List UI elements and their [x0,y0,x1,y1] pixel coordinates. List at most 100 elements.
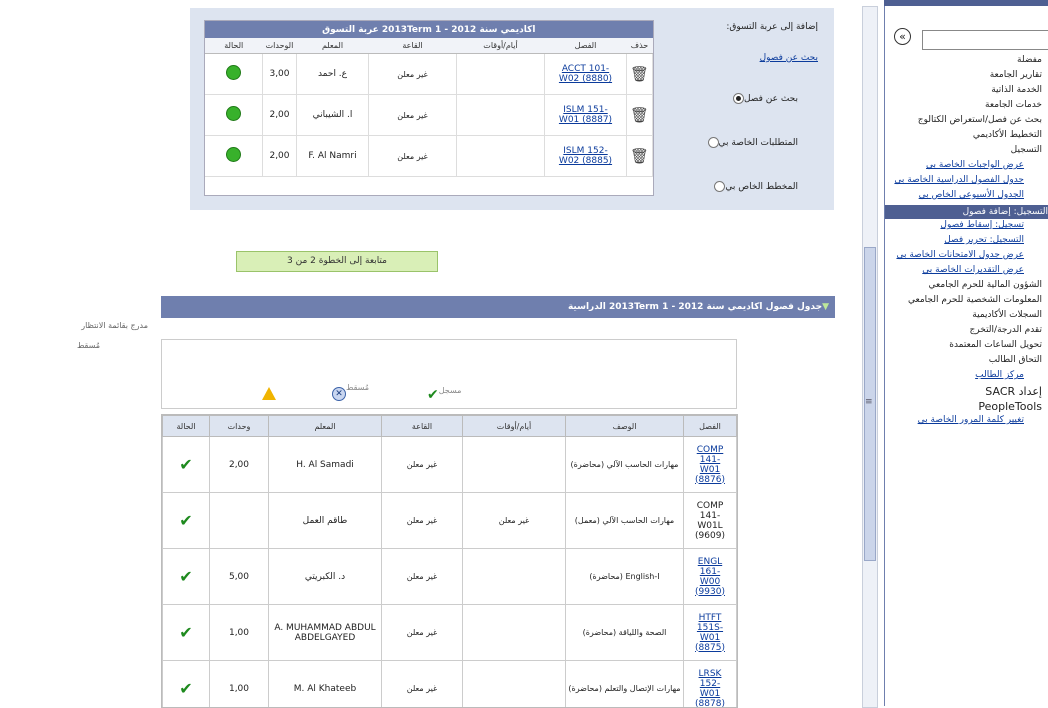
status-cell: ✔ [163,493,210,549]
instructor-cell: A. MUHAMMAD ABDUL ABDELGAYED [269,605,382,661]
nav-search-input[interactable] [922,30,1048,50]
radio-button-selected[interactable] [733,93,744,104]
days-cell [463,549,566,605]
nav-item[interactable]: بحث عن فصل/استعراض الكتالوج [884,115,1042,125]
legend-dropped: ✕مُسقط [332,387,369,401]
class-cell[interactable]: ISLM 151-W01 (8887) [545,95,627,136]
nav-sub-item[interactable]: عرض الواجبات الخاصة بي [884,160,1024,170]
class-schedule-header[interactable]: ▼جدول فصول اكاديمي سنة 2012 - 1 2013Term… [161,296,835,318]
open-status-icon [226,147,241,162]
class-cell[interactable]: COMP 141-W01 (8876) [684,437,737,493]
units-cell: 1,00 [210,661,269,708]
radio-button[interactable] [708,137,719,148]
nav-sub-item[interactable]: تسجيل: إسقاط فصول [884,220,1024,230]
schedule-row: LRSK 152-W01 (8878)مهارات الإتصال والتعل… [163,661,737,708]
nav-sub-item[interactable]: الجدول الأسبوعي الخاص بي [884,190,1024,200]
nav-item[interactable]: مفضلة [884,55,1042,65]
nav-item[interactable]: تقدم الدرجة/التخرج [884,325,1042,335]
class-link[interactable]: ISLM 151-W01 (8887) [554,105,618,125]
nav-top-bar [884,0,1048,6]
cart-column-header: القاعة [369,38,457,54]
delete-cell[interactable]: 🗑 [627,136,653,177]
delete-cell[interactable]: 🗑 [627,54,653,95]
status-cell: ✔ [163,549,210,605]
shopping-cart-title: اكاديمي سنة 2012 - 1 2013Term عربة التسو… [205,21,653,38]
schedule-row: ENGL 161-W00 (9930)English-I (محاضرة)غير… [163,549,737,605]
radio-my-planner-label: المخطط الخاص بي [725,182,798,192]
dropped-label: مُسقط [60,341,100,350]
units-cell: 1,00 [210,605,269,661]
description-cell: English-I (محاضرة) [566,549,684,605]
class-cell[interactable]: ENGL 161-W00 (9930) [684,549,737,605]
cart-column-header: أيام/أوقات [457,38,545,54]
legend-enrolled-label: مسجل [439,386,462,395]
class-link[interactable]: ACCT 101-W02 (8880) [554,64,618,84]
nav-item[interactable]: الخدمة الذاتية [884,85,1042,95]
days-cell [463,605,566,661]
instructor-cell: M. Al Khateeb [269,661,382,708]
nav-item[interactable]: خدمات الجامعة [884,100,1042,110]
room-cell: غير معلن [369,136,457,177]
room-cell: غير معلن [369,95,457,136]
collapse-nav-icon[interactable]: « [894,28,911,45]
units-cell [210,493,269,549]
trash-icon[interactable]: 🗑 [630,65,649,83]
check-icon: ✔ [427,387,439,403]
class-cell[interactable]: HTFT 151S-W01 (8875) [684,605,737,661]
enrolled-check-icon: ✔ [179,679,192,698]
nav-item[interactable]: الشؤون المالية للحرم الجامعي [884,280,1042,290]
nav-scrollbar[interactable]: ≡ [862,6,878,708]
nav-sub-item[interactable]: عرض جدول الامتحانات الخاصة بي [884,250,1024,260]
radio-button[interactable] [714,181,725,192]
radio-class-search[interactable]: بحث عن فصل [690,93,798,104]
class-link[interactable]: HTFT 151S-W01 (8875) [690,613,730,653]
class-link[interactable]: COMP 141-W01 (8876) [690,445,730,485]
units-cell: 3,00 [263,54,297,95]
nav-sub-item[interactable]: تغيير كلمة المرور الخاصة بي [884,415,1024,425]
days-cell [463,437,566,493]
status-cell [205,54,263,95]
nav-item[interactable]: المعلومات الشخصية للحرم الجامعي [884,295,1042,305]
class-cell[interactable]: ISLM 152-W02 (8885) [545,136,627,177]
nav-item[interactable]: التحاق الطالب [884,355,1042,365]
nav-sub-item[interactable]: جدول الفصول الدراسية الخاصة بي [884,175,1024,185]
nav-item[interactable]: السجلات الأكاديمية [884,310,1042,320]
class-schedule-title: جدول فصول اكاديمي سنة 2012 - 1 2013Term … [568,302,822,312]
nav-sub-item[interactable]: مركز الطالب [884,370,1024,380]
nav-item[interactable]: PeopleTools [884,400,1042,413]
schedule-column-header: الوصف [566,416,684,437]
trash-icon[interactable]: 🗑 [630,106,649,124]
nav-item[interactable]: التسجيل [884,145,1042,155]
class-cell[interactable]: ACCT 101-W02 (8880) [545,54,627,95]
class-link[interactable]: ISLM 152-W02 (8885) [554,146,618,166]
room-cell: غير معلن [369,54,457,95]
class-link[interactable]: LRSK 152-W01 (8878) [690,669,730,708]
description-cell: مهارات الإتصال والتعلم (محاضرة) [566,661,684,708]
nav-sub-item[interactable]: عرض التقديرات الخاصة بي [884,265,1024,275]
nav-sub-item[interactable]: التسجيل: تحرير فصل [884,235,1024,245]
class-link[interactable]: ENGL 161-W00 (9930) [690,557,730,597]
delete-cell[interactable]: 🗑 [627,95,653,136]
instructor-cell: ا. الشيباني [297,95,369,136]
description-cell: مهارات الحاسب الآلي (معمل) [566,493,684,549]
radio-my-planner[interactable]: المخطط الخاص بي [690,181,798,192]
schedule-row: COMP 141-W01 (8876)مهارات الحاسب الآلي (… [163,437,737,493]
class-cell[interactable]: LRSK 152-W01 (8878) [684,661,737,708]
status-cell [205,95,263,136]
triangle-down-icon: ▼ [822,296,829,318]
radio-my-requirements[interactable]: المتطلبات الخاصة بي [690,137,798,148]
proceed-step-2-button[interactable]: متابعة إلى الخطوة 2 من 3 [236,251,438,272]
room-cell: غير معلن [382,437,463,493]
days-cell: غير معلن [463,493,566,549]
nav-item[interactable]: التخطيط الأكاديمي [884,130,1042,140]
radio-class-search-label: بحث عن فصل [744,94,798,104]
enrolled-check-icon: ✔ [179,623,192,642]
class-schedule-table: الفصلالوصفأيام/أوقاتالقاعةالمعلموحداتالح… [162,415,737,708]
nav-item[interactable]: تحويل الساعات المعتمدة [884,340,1042,350]
class-search-link[interactable]: بحث عن فصول [720,53,818,63]
nav-item-active[interactable]: التسجيل: إضافة فصول [885,205,1048,219]
trash-icon[interactable]: 🗑 [630,147,649,165]
cart-column-header: المعلم [297,38,369,54]
nav-item[interactable]: تقارير الجامعة [884,70,1042,80]
nav-item[interactable]: إعداد SACR [884,385,1042,398]
